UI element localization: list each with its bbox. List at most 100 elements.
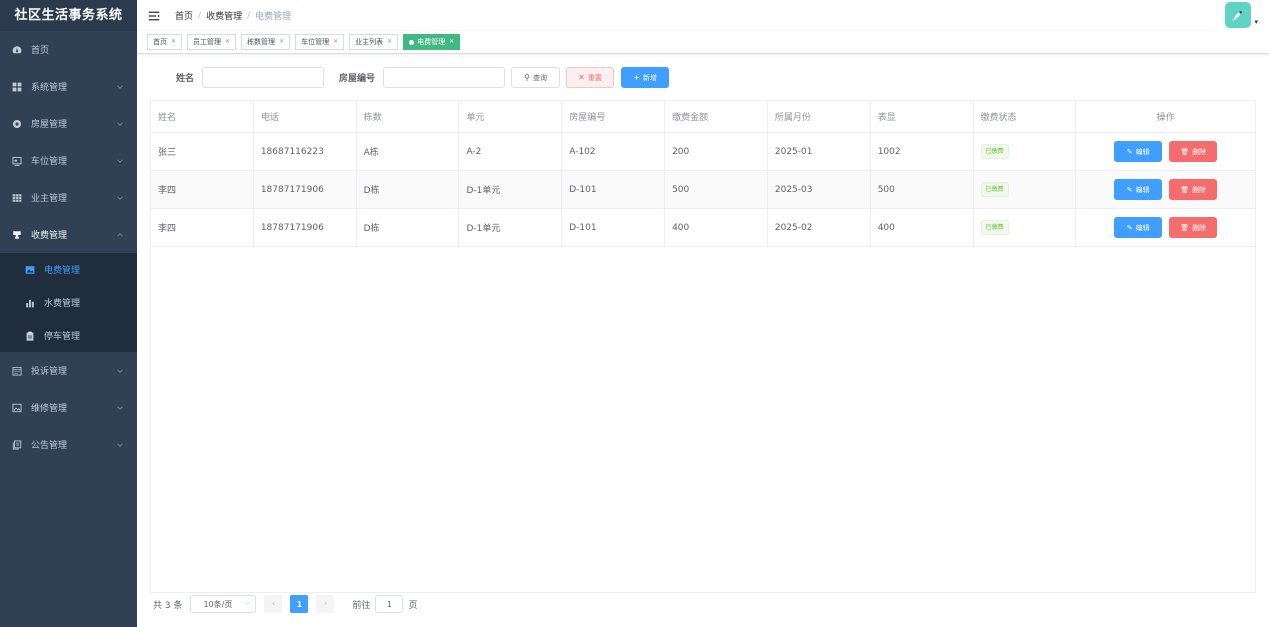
- page-size-select[interactable]: 10条/页 ﹀: [190, 595, 257, 613]
- chevron-down-icon: [116, 194, 124, 202]
- sidebar-item-label: 收费管理: [31, 231, 68, 241]
- delete-button[interactable]: 🗑 删除: [1169, 179, 1218, 200]
- column-header: 缴费状态: [974, 101, 1077, 132]
- sidebar-item-label: 首页: [31, 46, 50, 56]
- sidebar-item-label: 公告管理: [31, 441, 68, 451]
- edit-button-label: 编辑: [1135, 223, 1150, 232]
- reset-button-label: 重置: [587, 73, 602, 82]
- sidebar-subitem-label: 水费管理: [44, 299, 81, 309]
- add-button[interactable]: + 新增: [621, 67, 670, 88]
- sidebar-item-label: 系统管理: [31, 83, 68, 93]
- next-page-button[interactable]: ›: [316, 595, 335, 613]
- reset-button[interactable]: ✕ 重置: [566, 67, 615, 88]
- cell-unit: D-1单元: [459, 171, 563, 208]
- caret-down-icon[interactable]: ▾: [1254, 18, 1258, 26]
- cell-phone: 18787171906: [254, 209, 357, 246]
- tag-owner-list[interactable]: 业主列表 ✕: [349, 34, 399, 50]
- delete-button[interactable]: 🗑 删除: [1169, 141, 1218, 162]
- cell-reading: 1002: [871, 133, 974, 170]
- cell-month: 2025-02: [768, 209, 871, 246]
- delete-button[interactable]: 🗑 删除: [1169, 217, 1218, 238]
- tag-building[interactable]: 栋数管理 ✕: [241, 34, 291, 50]
- close-icon[interactable]: ✕: [449, 35, 454, 49]
- add-button-label: 新增: [642, 73, 657, 82]
- sidebar-subitem-electric[interactable]: 电费管理: [0, 253, 137, 286]
- room-label: 房屋编号: [339, 74, 376, 84]
- room-input[interactable]: [383, 67, 506, 88]
- edit-button-label: 编辑: [1135, 185, 1150, 194]
- tags-view: 首页 ✕ 员工管理 ✕ 栋数管理 ✕ 车位管理 ✕ 业主列表 ✕ 电费管理 ✕: [137, 31, 1269, 54]
- delete-button-label: 删除: [1192, 147, 1207, 156]
- close-icon[interactable]: ✕: [387, 35, 392, 49]
- cell-reading: 500: [871, 171, 974, 208]
- breadcrumb-item-home[interactable]: 首页: [175, 9, 193, 22]
- cell-room: D-101: [562, 209, 666, 246]
- cell-name: 李四: [151, 209, 254, 246]
- breadcrumb-separator: /: [247, 10, 251, 21]
- cell-building: D栋: [357, 171, 460, 208]
- goto-page: 前往 页: [352, 595, 417, 613]
- sidebar-item-house[interactable]: 房屋管理: [0, 105, 137, 142]
- tag-parking[interactable]: 车位管理 ✕: [295, 34, 345, 50]
- tag-label: 业主列表: [355, 38, 384, 46]
- calendar-icon: [11, 365, 23, 377]
- sidebar-item-fee[interactable]: 收费管理: [0, 216, 137, 253]
- prev-page-button[interactable]: ‹: [264, 595, 283, 613]
- close-icon[interactable]: ✕: [225, 35, 230, 49]
- edit-button[interactable]: ✎ 编辑: [1114, 217, 1163, 238]
- cell-actions: ✎ 编辑 🗑 删除: [1076, 171, 1255, 208]
- search-button[interactable]: ⚲ 查询: [511, 67, 561, 88]
- edit-icon: ✎: [1126, 185, 1133, 194]
- table-header: 姓名 电话 栋数 单元 房屋编号 缴费金额 所属月份 表显 缴费状态 操作: [151, 101, 1255, 133]
- page-number-current[interactable]: 1: [290, 595, 309, 613]
- breadcrumb-item-fee[interactable]: 收费管理: [206, 9, 242, 22]
- cell-amount: 500: [665, 171, 768, 208]
- edit-button-label: 编辑: [1135, 147, 1150, 156]
- edit-button[interactable]: ✎ 编辑: [1114, 179, 1163, 200]
- cell-room: A-102: [562, 133, 666, 170]
- sidebar-item-owner[interactable]: 业主管理: [0, 179, 137, 216]
- dashboard-icon: [11, 44, 23, 56]
- cell-month: 2025-01: [768, 133, 871, 170]
- sidebar-item-notice[interactable]: 公告管理: [0, 426, 137, 463]
- chevron-down-icon: ﹀: [244, 601, 251, 609]
- sidebar-item-parking[interactable]: 车位管理: [0, 142, 137, 179]
- goto-page-input[interactable]: [375, 595, 404, 613]
- fee-submenu: 电费管理 水费管理 停车管理: [0, 253, 137, 352]
- chevron-down-icon: [116, 367, 124, 375]
- status-badge: 已缴费: [980, 220, 1009, 235]
- sidebar-subitem-water[interactable]: 水费管理: [0, 286, 137, 319]
- sidebar-subitem-parking[interactable]: 停车管理: [0, 319, 137, 352]
- sidebar-item-label: 车位管理: [31, 157, 68, 167]
- status-badge: 已缴费: [980, 144, 1009, 159]
- tag-staff[interactable]: 员工管理 ✕: [187, 34, 237, 50]
- hamburger-icon[interactable]: [148, 10, 160, 22]
- table-icon: [11, 192, 23, 204]
- column-header: 表显: [871, 101, 974, 132]
- sidebar-item-complaint[interactable]: 投诉管理: [0, 352, 137, 389]
- close-icon[interactable]: ✕: [333, 35, 338, 49]
- top-navbar: 首页 / 收费管理 / 电费管理 ▾: [137, 0, 1269, 31]
- user-menu[interactable]: ▾: [1225, 2, 1258, 28]
- close-icon[interactable]: ✕: [171, 35, 176, 49]
- edit-button[interactable]: ✎ 编辑: [1114, 141, 1163, 162]
- name-input[interactable]: [202, 67, 325, 88]
- page-size-value: 10条/页: [203, 599, 233, 609]
- tag-label: 栋数管理: [247, 38, 276, 46]
- search-button-label: 查询: [532, 73, 547, 82]
- cell-building: A栋: [357, 133, 460, 170]
- tag-electric[interactable]: 电费管理 ✕: [403, 34, 461, 50]
- chevron-down-icon: [116, 404, 124, 412]
- tag-label: 首页: [153, 38, 167, 46]
- tag-label: 电费管理: [417, 38, 446, 46]
- cell-phone: 18787171906: [254, 171, 357, 208]
- cell-status: 已缴费: [974, 133, 1077, 170]
- sidebar-item-system[interactable]: 系统管理: [0, 68, 137, 105]
- sidebar-item-label: 业主管理: [31, 194, 68, 204]
- chevron-down-icon: [116, 120, 124, 128]
- avatar[interactable]: [1225, 2, 1252, 28]
- sidebar-item-repair[interactable]: 维修管理: [0, 389, 137, 426]
- close-icon[interactable]: ✕: [279, 35, 284, 49]
- tag-home[interactable]: 首页 ✕: [147, 34, 183, 50]
- sidebar-item-home[interactable]: 首页: [0, 31, 137, 68]
